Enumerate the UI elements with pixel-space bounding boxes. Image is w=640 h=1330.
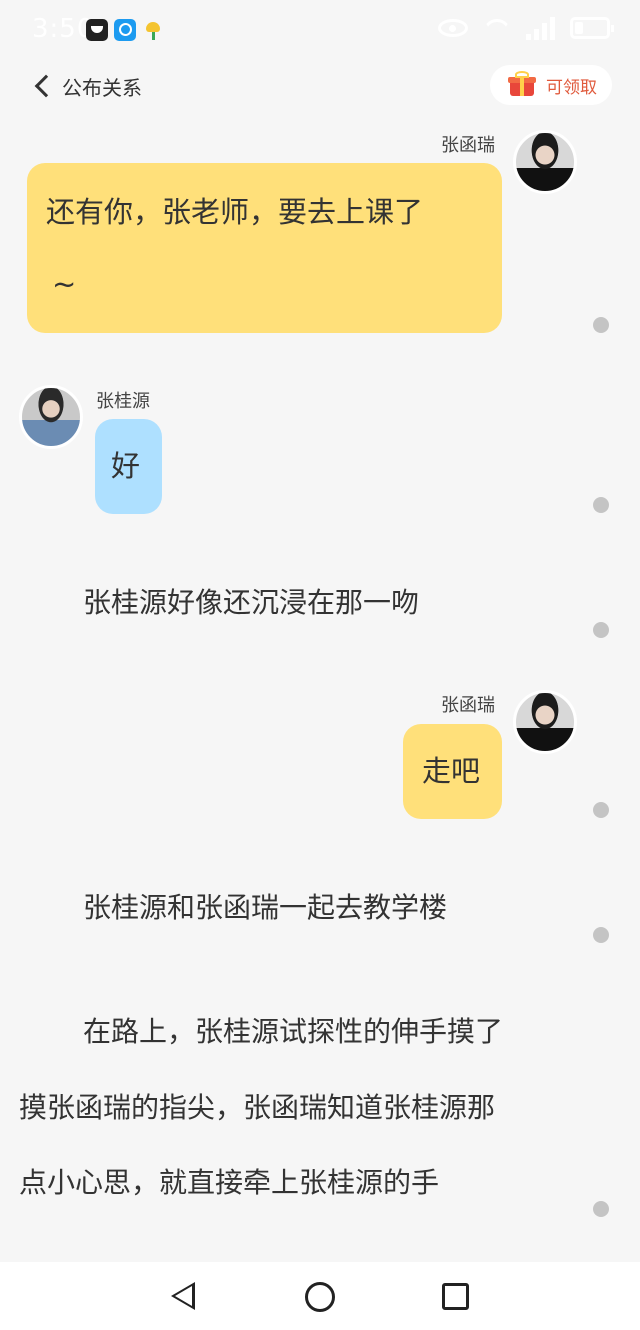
system-nav-bar <box>0 1262 640 1330</box>
sender-name: 张桂源 <box>96 391 150 412</box>
narration-text: 张桂源和张函瑞一起去教学楼 <box>83 891 448 924</box>
comment-dot[interactable] <box>593 1201 609 1217</box>
comment-dot[interactable] <box>593 802 609 818</box>
status-icons <box>438 16 614 40</box>
sender-name: 张函瑞 <box>441 695 495 716</box>
status-bar: 3:50 <box>0 0 640 60</box>
signal-icon <box>526 16 556 40</box>
chat-bubble-text: 好 <box>111 449 141 483</box>
home-circle-icon[interactable] <box>305 1282 335 1312</box>
gift-icon <box>508 71 536 96</box>
avatar[interactable] <box>19 385 83 449</box>
chat-bubble-text: 走吧 <box>422 754 481 788</box>
search-app-icon <box>114 19 136 41</box>
chat-bubble: 好 <box>95 419 162 514</box>
chat-bubble-text: 还有你，张老师，要去上课了 <box>46 195 424 229</box>
comment-dot[interactable] <box>593 497 609 513</box>
recent-square-icon[interactable] <box>442 1283 469 1310</box>
avatar[interactable] <box>513 690 577 754</box>
chat-bubble: 还有你，张老师，要去上课了 ~ <box>27 163 502 333</box>
chat-bubble-text: ~ <box>52 267 77 301</box>
avatar[interactable] <box>513 130 577 194</box>
reward-claim-button[interactable]: 可领取 <box>490 65 612 105</box>
narration-text: 张桂源好像还沉浸在那一吻 <box>83 586 420 619</box>
battery-icon <box>570 17 614 39</box>
reward-label: 可领取 <box>546 77 597 98</box>
back-button[interactable]: 公布关系 <box>30 68 142 104</box>
narration-line: 摸张函瑞的指尖，张函瑞知道张桂源那 <box>19 1091 496 1124</box>
eye-icon <box>438 19 468 37</box>
page-title: 公布关系 <box>62 75 142 100</box>
chevron-left-icon <box>34 74 58 98</box>
sender-name: 张函瑞 <box>441 135 495 156</box>
notification-app-icon <box>142 19 164 41</box>
comment-dot[interactable] <box>593 622 609 638</box>
wifi-icon <box>482 17 512 39</box>
narration-line: 在路上，张桂源试探性的伸手摸了 <box>83 1015 504 1048</box>
narration-line: 点小心思，就直接牵上张桂源的手 <box>19 1166 440 1199</box>
comment-dot[interactable] <box>593 317 609 333</box>
comment-dot[interactable] <box>593 927 609 943</box>
back-triangle-icon[interactable] <box>171 1282 195 1310</box>
chat-bubble: 走吧 <box>403 724 502 819</box>
messaging-app-icon <box>86 19 108 41</box>
